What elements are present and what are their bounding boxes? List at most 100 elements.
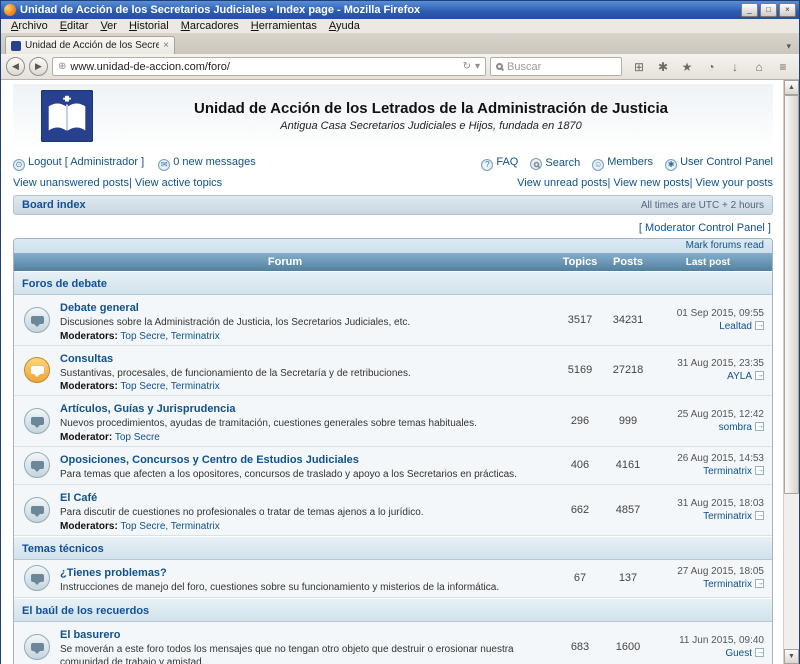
mcp-row: [ Moderator Control Panel ] <box>13 222 771 234</box>
forum-description: Para temas que afecten a los opositores,… <box>60 469 550 482</box>
forum-link[interactable]: Consultas <box>60 353 113 365</box>
last-post-author-link[interactable]: sombra <box>719 422 752 433</box>
view-active-topics-link[interactable]: View active topics <box>129 177 222 189</box>
logout-link[interactable]: ⊙Logout [ Administrador ] <box>13 156 144 171</box>
view-unanswered-posts-link[interactable]: View unanswered posts <box>13 177 129 189</box>
forum-link[interactable]: Debate general <box>60 302 139 314</box>
view-new-posts-link[interactable]: View new posts <box>607 177 689 189</box>
forum-link[interactable]: El Café <box>60 492 97 504</box>
forum-description: Sustantivas, procesales, de funcionamien… <box>60 368 550 381</box>
forum-link[interactable]: Artículos, Guías y Jurisprudencia <box>60 403 235 415</box>
menu-herramientas[interactable]: Herramientas <box>245 20 323 32</box>
column-forum: Forum <box>14 256 556 268</box>
last-post-author-link[interactable]: Terminatrix <box>703 511 752 522</box>
moderator-link[interactable]: Top Secre, Terminatrix <box>120 521 219 532</box>
view-latest-post-icon[interactable] <box>755 511 764 520</box>
forum-link[interactable]: El basurero <box>60 629 121 641</box>
topics-count: 296 <box>556 415 604 427</box>
tab-favicon <box>11 41 21 51</box>
forward-button[interactable]: ▶ <box>29 57 48 76</box>
moderators-label: Moderators: <box>60 521 118 532</box>
search-link[interactable]: Search <box>530 157 580 171</box>
vertical-scrollbar[interactable]: ▲ ▼ <box>783 80 799 664</box>
topics-count: 683 <box>556 641 604 653</box>
moderator-link[interactable]: Top Secre <box>115 432 160 443</box>
maximize-button[interactable]: □ <box>760 3 777 17</box>
scroll-up-icon[interactable]: ▲ <box>784 80 799 95</box>
browser-window: Unidad de Acción de los Secretarios Judi… <box>0 0 800 664</box>
moderator-control-panel-link[interactable]: [ Moderator Control Panel ] <box>639 222 771 234</box>
back-button[interactable]: ◀ <box>6 57 25 76</box>
search-bar[interactable] <box>490 57 622 76</box>
last-post-author-link[interactable]: AYLA <box>727 371 752 382</box>
last-post-author-link[interactable]: Terminatrix <box>703 579 752 590</box>
view-latest-post-icon[interactable] <box>755 422 764 431</box>
menu-ayuda[interactable]: Ayuda <box>323 20 366 32</box>
site-header: Unidad de Acción de los Letrados de la A… <box>13 84 773 150</box>
menu-icon[interactable]: ≡ <box>772 57 794 77</box>
forum-icon <box>24 408 50 434</box>
menu-ver[interactable]: Ver <box>94 20 123 32</box>
view-unread-posts-link[interactable]: View unread posts <box>517 177 607 189</box>
menu-marcadores[interactable]: Marcadores <box>175 20 245 32</box>
download-icon[interactable]: ↓ <box>724 57 746 77</box>
history-icon[interactable]: ◔ <box>700 57 722 77</box>
scroll-down-icon[interactable]: ▼ <box>784 649 799 664</box>
mark-forums-read-link[interactable]: Mark forums read <box>686 240 764 251</box>
tab-close-icon[interactable]: × <box>163 40 169 51</box>
category-link[interactable]: El baúl de los recuerdos <box>22 605 149 617</box>
forum-page: Unidad de Acción de los Letrados de la A… <box>1 80 783 664</box>
close-button[interactable]: × <box>779 3 796 17</box>
scrollbar-track[interactable] <box>784 95 799 649</box>
view-latest-post-icon[interactable] <box>755 466 764 475</box>
reload-icon[interactable]: ↻ <box>463 61 471 72</box>
view-your-posts-link[interactable]: View your posts <box>690 177 773 189</box>
moderator-link[interactable]: Top Secre, Terminatrix <box>120 381 219 392</box>
posts-count: 137 <box>604 572 652 584</box>
scrollbar-thumb[interactable] <box>784 95 799 494</box>
moderator-link[interactable]: Top Secre, Terminatrix <box>120 331 219 342</box>
site-identity-icon[interactable]: ⊕ <box>58 61 66 72</box>
last-post-date: 31 Aug 2015, 18:03 <box>652 497 764 510</box>
url-text[interactable]: www.unidad-de-accion.com/foro/ <box>70 61 458 73</box>
minimize-button[interactable]: _ <box>741 3 758 17</box>
last-post-cell: 31 Aug 2015, 23:35 AYLA <box>652 357 772 383</box>
menu-editar[interactable]: Editar <box>54 20 95 32</box>
print-icon[interactable]: ⊞ <box>628 57 650 77</box>
search-input[interactable] <box>507 61 616 73</box>
forum-moderators: Moderator: Top Secre <box>60 432 550 443</box>
user-control-panel-link[interactable]: ✱User Control Panel <box>665 156 773 171</box>
url-bar[interactable]: ⊕ www.unidad-de-accion.com/foro/ ↻ ▾ <box>52 57 486 76</box>
last-post-author-link[interactable]: Terminatrix <box>703 466 752 477</box>
last-post-author-link[interactable]: Guest <box>725 648 752 659</box>
forum-moderators: Moderators: Top Secre, Terminatrix <box>60 331 550 342</box>
view-latest-post-icon[interactable] <box>755 371 764 380</box>
tab-board-index[interactable]: Unidad de Acción de los Secretari... × <box>5 36 175 54</box>
members-link[interactable]: ☺Members <box>592 156 653 171</box>
forum-link[interactable]: ¿Tienes problemas? <box>60 567 167 579</box>
last-post-author-link[interactable]: Lealtad <box>719 321 752 332</box>
menu-historial[interactable]: Historial <box>123 20 175 32</box>
new-messages-link[interactable]: ✉0 new messages <box>158 156 256 171</box>
category-link[interactable]: Foros de debate <box>22 278 107 290</box>
table-header-row: Forum Topics Posts Last post <box>14 253 772 271</box>
view-latest-post-icon[interactable] <box>755 648 764 657</box>
posts-count: 34231 <box>604 314 652 326</box>
home-icon[interactable]: ⌂ <box>748 57 770 77</box>
site-logo[interactable] <box>41 90 93 142</box>
bookmark-star-icon[interactable]: ★ <box>676 57 698 77</box>
board-index-link[interactable]: Board index <box>22 199 86 211</box>
list-all-tabs-icon[interactable]: ▾ <box>782 41 795 54</box>
category-link[interactable]: Temas técnicos <box>22 543 104 555</box>
menu-archivo[interactable]: Archivo <box>5 20 54 32</box>
url-dropdown-icon[interactable]: ▾ <box>475 61 480 72</box>
forum-icon <box>24 307 50 333</box>
view-latest-post-icon[interactable] <box>755 321 764 330</box>
view-latest-post-icon[interactable] <box>755 579 764 588</box>
faq-icon: ? <box>481 159 493 171</box>
faq-link[interactable]: ?FAQ <box>481 156 518 171</box>
category-header-temas-tecnicos: Temas técnicos <box>14 536 772 560</box>
forum-link[interactable]: Oposiciones, Concursos y Centro de Estud… <box>60 454 359 466</box>
gear-icon[interactable]: ✱ <box>652 57 674 77</box>
navigation-toolbar: ◀ ▶ ⊕ www.unidad-de-accion.com/foro/ ↻ ▾… <box>1 54 799 80</box>
